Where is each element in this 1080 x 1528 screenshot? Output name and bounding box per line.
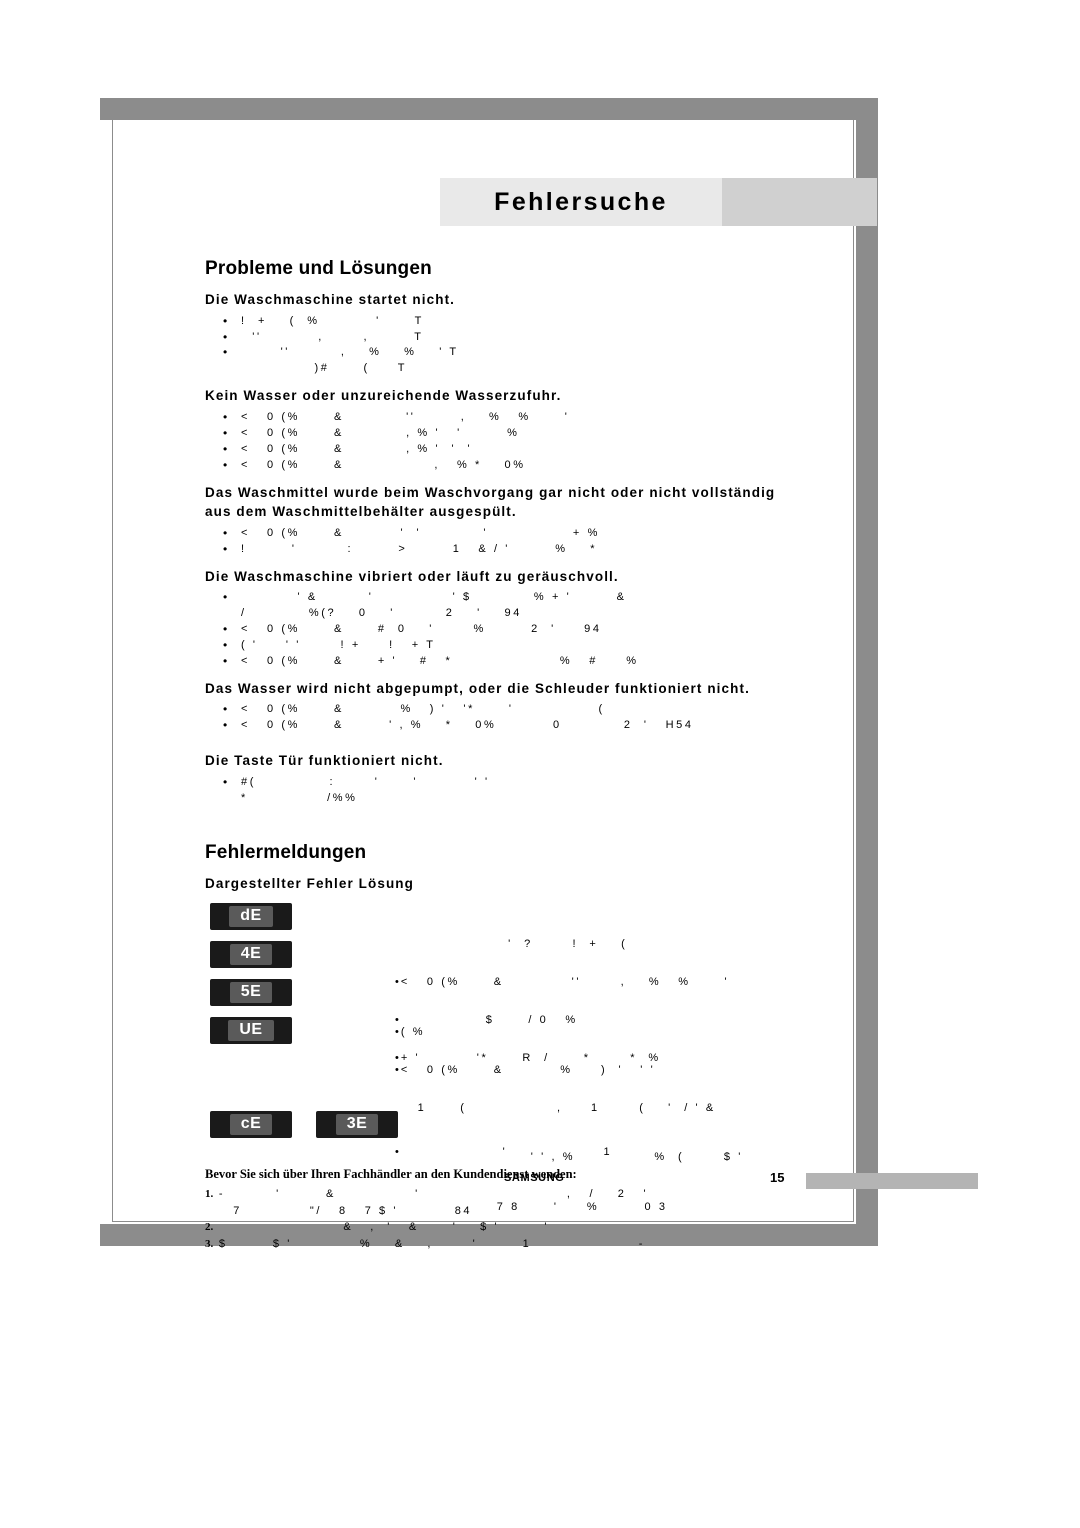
error-display-3e: 3E bbox=[316, 1111, 398, 1139]
error-display-5e: 5E bbox=[210, 979, 292, 1007]
list-item: ' & ' ' $ % + ' & bbox=[205, 589, 805, 606]
list-item: ! + ( % ' T bbox=[205, 313, 805, 330]
page-title: Fehlersuche bbox=[494, 187, 668, 216]
error-code-label: 3E bbox=[335, 1114, 379, 1136]
page-footer: SAMSUNG 15 bbox=[100, 1170, 978, 1194]
error-row-4e: 4E < 0 (% & '' , % % ' ( % bbox=[205, 941, 805, 1038]
problem-heading-5: Das Wasser wird nicht abgepumpt, oder di… bbox=[205, 680, 750, 696]
list-item: < 0 (% & ' , % * 0% 0 2 ' H54 bbox=[205, 717, 805, 734]
error-display-de: dE bbox=[210, 903, 292, 931]
error-code-label: 4E bbox=[229, 944, 273, 966]
list-item: '' , , T bbox=[205, 329, 805, 346]
list-item: < 0 (% & % ) ' '* ' ( bbox=[205, 701, 805, 718]
problem-heading-2: Kein Wasser oder unzureichende Wasserzuf… bbox=[205, 388, 562, 404]
list-item: ( ' ' ' ! + ! + T bbox=[205, 637, 805, 654]
list-item: < 0 (% & ' ' ' + % bbox=[205, 525, 805, 542]
error-display-ue: UE bbox=[210, 1017, 292, 1045]
section-title-problems: Probleme und Lösungen bbox=[205, 258, 432, 279]
error-row-de: dE ' ? ! + ( bbox=[205, 903, 805, 950]
error-code-table: dE ' ? ! + ( 4E < 0 (% & '' , % % ' ( % bbox=[205, 903, 805, 1213]
page-content: Probleme und Lösungen Die Waschmaschine … bbox=[205, 258, 805, 1252]
problem-heading-1: Die Waschmaschine startet nicht. bbox=[205, 292, 456, 307]
service-note-number: 3. bbox=[205, 1237, 214, 1250]
list-item: < 0 (% & , % * 0% bbox=[205, 457, 805, 474]
list-item-continuation: / %(? 0 ' 2 ' 94 bbox=[241, 607, 522, 620]
list-item: )# ( T bbox=[241, 362, 408, 375]
list-item: < 0 (% & '' , % % ' bbox=[205, 409, 805, 426]
list-item: < 0 (% & , % ' ' % bbox=[205, 425, 805, 442]
problem-list-3: < 0 (% & ' ' ' + % ! ' : > 1 & / ' % * bbox=[205, 525, 805, 558]
list-item: ! ' : > 1 & / ' % * bbox=[205, 541, 805, 558]
errors-subtitle: Dargestellter Fehler Lösung bbox=[205, 875, 414, 891]
problem-list-5: < 0 (% & % ) ' '* ' ( < 0 (% & ' , % * 0… bbox=[205, 701, 805, 734]
section-title-errors: Fehlermeldungen bbox=[205, 841, 367, 863]
frame-right-bar bbox=[856, 98, 878, 1246]
problem-heading-6: Die Taste Tür funktioniert nicht. bbox=[205, 753, 444, 769]
problem-heading-3: Das Waschmittel wurde beim Waschvorgang … bbox=[205, 484, 776, 520]
problem-list-2: < 0 (% & '' , % % ' < 0 (% & , % ' ' % <… bbox=[205, 409, 805, 474]
footer-bar bbox=[806, 1173, 978, 1189]
list-item: #( : ' ' ' ' bbox=[205, 774, 805, 791]
list-item-continuation: * /%% bbox=[241, 791, 358, 804]
list-item: < 0 (% & # 0 ' % 2 ' 94 bbox=[205, 621, 805, 638]
list-item: '' , % % ' T bbox=[205, 344, 805, 361]
list-item: < 0 (% & + ' # * % # % bbox=[205, 653, 805, 670]
error-description-line: ' 1 bbox=[395, 1144, 815, 1161]
error-code-label: cE bbox=[229, 1114, 273, 1136]
error-code-label: 5E bbox=[229, 982, 273, 1004]
brand-label: SAMSUNG bbox=[504, 1172, 565, 1184]
problem-heading-4: Die Waschmaschine vibriert oder läuft zu… bbox=[205, 568, 619, 584]
error-code-label: dE bbox=[229, 906, 273, 928]
list-item: < 0 (% & , % ' ' ' bbox=[205, 441, 805, 458]
problem-list-6: #( : ' ' ' ' * /%% bbox=[205, 774, 805, 807]
error-row-ce-3e: cE 3E ' 1 bbox=[205, 1111, 805, 1158]
error-display-4e: 4E bbox=[210, 941, 292, 969]
error-code-label: UE bbox=[228, 1020, 274, 1042]
page-number: 15 bbox=[770, 1170, 785, 1185]
error-description-line: + ' '* R / * * % bbox=[395, 1050, 815, 1067]
problem-list-1: ! + ( % ' T '' , , T '' , % % ' T )# ( T bbox=[205, 313, 805, 378]
error-row-5e: 5E $ / 0 % < 0 (% & % ) ' ' ' bbox=[205, 979, 805, 1076]
error-display-ce: cE bbox=[210, 1111, 292, 1139]
service-note-number: 2. bbox=[205, 1221, 214, 1234]
problem-list-4: ' & ' ' $ % + ' & / %(? 0 ' 2 ' 94 < 0 (… bbox=[205, 589, 805, 670]
error-description-line: 7 8 ' % 0 3 bbox=[395, 1200, 668, 1213]
error-row-ue: UE + ' '* R / * * % 1 ( , 1 ( ' / ' & ' … bbox=[205, 1017, 805, 1213]
